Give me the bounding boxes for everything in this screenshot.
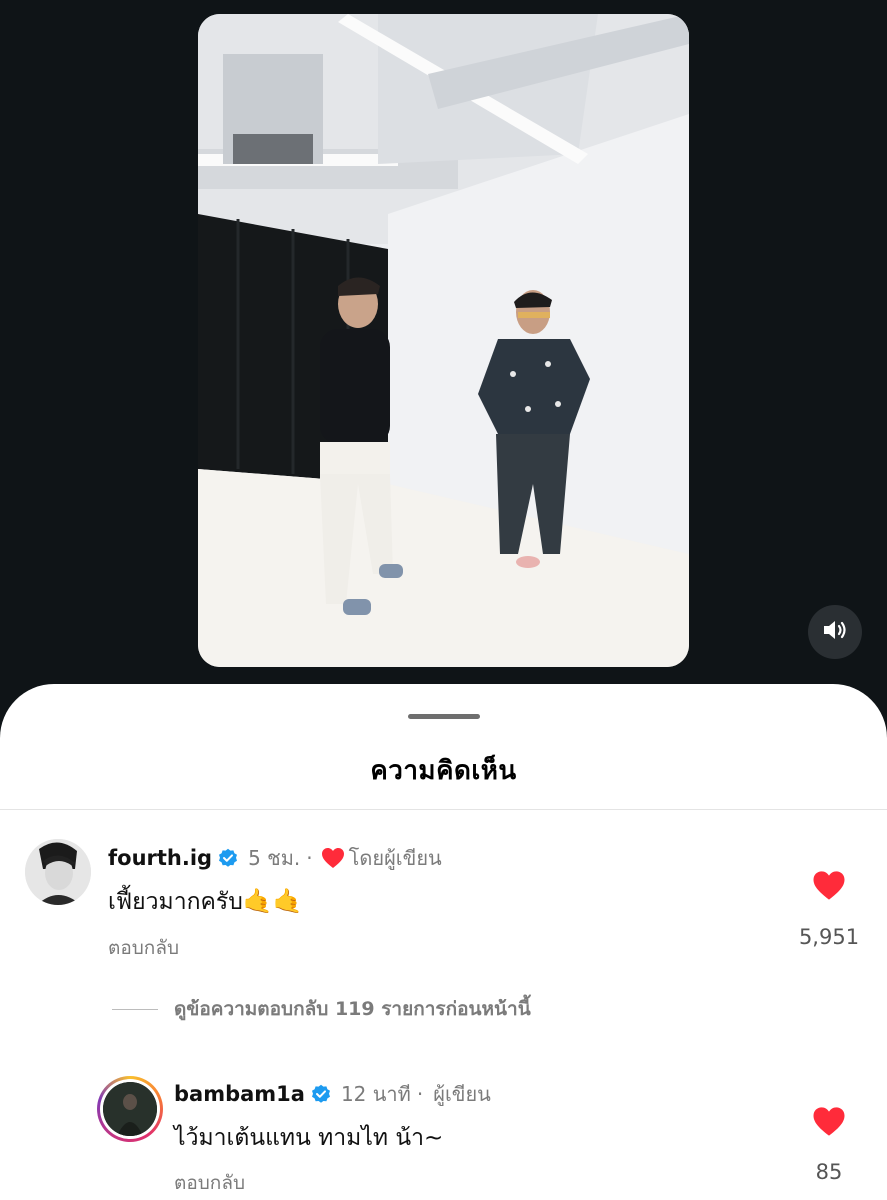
comment-text: เฟี้ยวมากครับ🤙🤙 [108,884,303,920]
verified-badge-icon [311,1084,331,1104]
comment-time: 5 ชม. [248,846,301,870]
video-player[interactable] [198,14,689,667]
avatar[interactable] [25,839,91,905]
reply-button[interactable]: ตอบกลับ [174,1168,245,1198]
comments-sheet: ความคิดเห็น fourth.ig 5 ชม. · โดยผู้เขีย… [0,684,887,1200]
comment-username[interactable]: bambam1a [174,1082,305,1106]
meta-separator: · [416,1082,424,1106]
volume-button[interactable] [808,605,862,659]
video-frame [198,14,689,667]
heart-icon [812,871,846,905]
comment-body: เฟี้ยวมากครับ [108,889,243,915]
avatar[interactable] [97,1076,163,1142]
like-count: 5,951 [798,925,860,949]
view-previous-replies[interactable]: ดูข้อความตอบกลับ 119 รายการก่อนหน้านี้ [112,994,531,1024]
meta-separator: · [306,846,313,870]
speaker-volume-icon [822,619,848,645]
like-count: 85 [815,1160,843,1184]
comment-username[interactable]: fourth.ig [108,846,212,870]
view-replies-label: ดูข้อความตอบกลับ 119 รายการก่อนหน้านี้ [174,998,531,1020]
heart-icon [812,1107,846,1141]
comment-text: ไว้มาเต้นแทน ทามไท น้า~ [174,1125,444,1151]
like-button[interactable] [812,870,846,905]
emoji: 🤙🤙 [242,887,303,915]
sheet-divider [0,809,887,810]
reply-thread-line [112,1008,158,1010]
comment-meta: bambam1a 12 นาที · ผู้เขียน [174,1078,491,1110]
verified-badge-icon [218,848,238,868]
sheet-title: ความคิดเห็น [370,756,517,786]
author-label: ผู้เขียน [433,1082,491,1106]
comment-meta: fourth.ig 5 ชม. · โดยผู้เขียน [108,842,442,874]
heart-icon [321,847,345,869]
like-button[interactable] [812,1106,846,1141]
sheet-grabber[interactable] [408,714,480,719]
comment-time: 12 นาที [340,1082,411,1106]
liked-by-author-label: โดยผู้เขียน [348,846,442,870]
reply-button[interactable]: ตอบกลับ [108,933,179,963]
